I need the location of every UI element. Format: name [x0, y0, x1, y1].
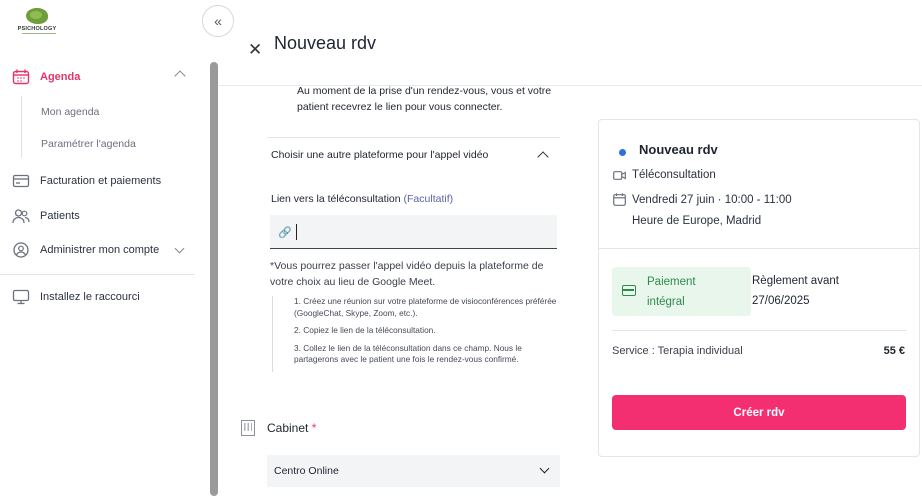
- payment-text: Paiement intégral: [647, 272, 747, 312]
- summary-timezone: Heure de Europe, Madrid: [632, 215, 762, 227]
- summary-title: Nouveau rdv: [639, 142, 718, 157]
- accordion-title[interactable]: Choisir une autre plateforme pour l'appe…: [271, 149, 488, 161]
- sidebar-subitem-parametrer[interactable]: Paramétrer l'agenda: [41, 138, 136, 150]
- close-icon[interactable]: ✕: [248, 40, 262, 60]
- cabinet-label: Cabinet *: [267, 421, 316, 435]
- credit-card-icon: [622, 285, 636, 296]
- status-dot: [619, 149, 626, 156]
- chevron-down-icon[interactable]: [174, 243, 185, 254]
- cabinet-select-value: Centro Online: [274, 465, 339, 477]
- sidebar-item-label: Installez le raccourci: [40, 291, 140, 303]
- instruction-step: 2. Copiez le lien de la téléconsultation…: [294, 325, 436, 335]
- sidebar-item-raccourci[interactable]: Installez le raccourci: [12, 289, 140, 305]
- video-icon: [613, 170, 626, 180]
- sidebar-item-label: Administrer mon compte: [40, 244, 160, 256]
- cabinet-select[interactable]: Centro Online: [267, 455, 560, 487]
- reglement-line2: 27/06/2025: [752, 295, 810, 307]
- required-marker: *: [311, 421, 317, 435]
- sidebar-item-label: Agenda: [40, 71, 81, 83]
- teleconsultation-link-input[interactable]: 🔗: [270, 215, 557, 249]
- calendar-icon: [12, 69, 30, 85]
- summary-type-text: Téléconsultation: [632, 169, 716, 181]
- divider: [267, 137, 560, 138]
- sidebar-subitem-mon-agenda[interactable]: Mon agenda: [41, 106, 99, 118]
- link-icon: 🔗: [278, 227, 292, 239]
- chevron-up-icon[interactable]: [174, 70, 186, 82]
- logo-mark: [26, 8, 48, 24]
- users-icon: [12, 209, 30, 224]
- sidebar-item-label: Facturation et paiements: [40, 175, 162, 187]
- summary-datetime: Vendredi 27 juin · 10:00 - 11:00: [613, 193, 792, 206]
- chevron-up-icon[interactable]: [537, 151, 549, 163]
- service-label: Service : Terapia individual: [612, 345, 743, 357]
- divider: [599, 248, 919, 249]
- create-rdv-button[interactable]: Créer rdv: [612, 395, 906, 430]
- instruction-step: 3. Collez le lien de la téléconsultation…: [294, 342, 522, 365]
- link-label-optional: (Facultatif): [403, 193, 454, 205]
- video-intro-text: Au moment de la prise d'un rendez-vous, …: [297, 85, 552, 113]
- service-price: 55 €: [883, 345, 905, 357]
- logo-text: PSICHOLOGY: [17, 26, 57, 32]
- reglement-text: Règlement avant 27/06/2025: [752, 271, 872, 311]
- instruction-step: 1. Créez une réunion sur votre plateform…: [294, 296, 557, 318]
- credit-card-icon: [12, 174, 30, 188]
- sidebar-item-label: Patients: [40, 210, 80, 222]
- logo-underline: [22, 33, 56, 34]
- sidebar: PSICHOLOGY Agenda Mon agenda Paramétrer …: [0, 0, 210, 496]
- reglement-line1: Règlement avant: [752, 275, 839, 287]
- text-caret: [296, 224, 297, 240]
- summary-datetime-text: Vendredi 27 juin · 10:00 - 11:00: [632, 193, 792, 206]
- chevrons-left-icon: «: [214, 13, 222, 29]
- collapse-sidebar-button[interactable]: «: [202, 5, 234, 37]
- payment-line2: intégral: [647, 296, 685, 308]
- sidebar-scrollbar-thumb[interactable]: [210, 62, 218, 496]
- submenu-line: [21, 96, 22, 158]
- sidebar-item-facturation[interactable]: Facturation et paiements: [12, 173, 161, 189]
- payment-badge: Paiement intégral: [612, 267, 751, 316]
- chevron-down-icon: [539, 463, 550, 474]
- link-label-text: Lien vers la téléconsultation: [271, 193, 401, 205]
- summary-type: Téléconsultation: [613, 169, 716, 181]
- app-logo[interactable]: PSICHOLOGY: [14, 6, 60, 36]
- summary-card: Nouveau rdv Téléconsultation Vendredi 27…: [598, 119, 920, 457]
- link-label: Lien vers la téléconsultation (Facultati…: [271, 193, 453, 205]
- instructions-list: 1. Créez une réunion sur votre plateform…: [272, 296, 560, 372]
- page-title: Nouveau rdv: [274, 33, 377, 53]
- sidebar-item-administrer[interactable]: Administrer mon compte: [12, 242, 159, 258]
- video-note: *Vous pourrez passer l'appel vidéo depui…: [270, 260, 544, 288]
- sidebar-item-agenda[interactable]: Agenda: [12, 69, 80, 85]
- divider: [612, 330, 907, 331]
- sidebar-divider: [0, 274, 195, 275]
- user-circle-icon: [13, 242, 29, 258]
- cabinet-label-text: Cabinet: [267, 421, 309, 435]
- sidebar-item-patients[interactable]: Patients: [12, 208, 80, 224]
- payment-line1: Paiement: [647, 276, 696, 288]
- calendar-icon: [613, 193, 626, 206]
- building-icon: [241, 420, 255, 436]
- monitor-icon: [12, 289, 30, 305]
